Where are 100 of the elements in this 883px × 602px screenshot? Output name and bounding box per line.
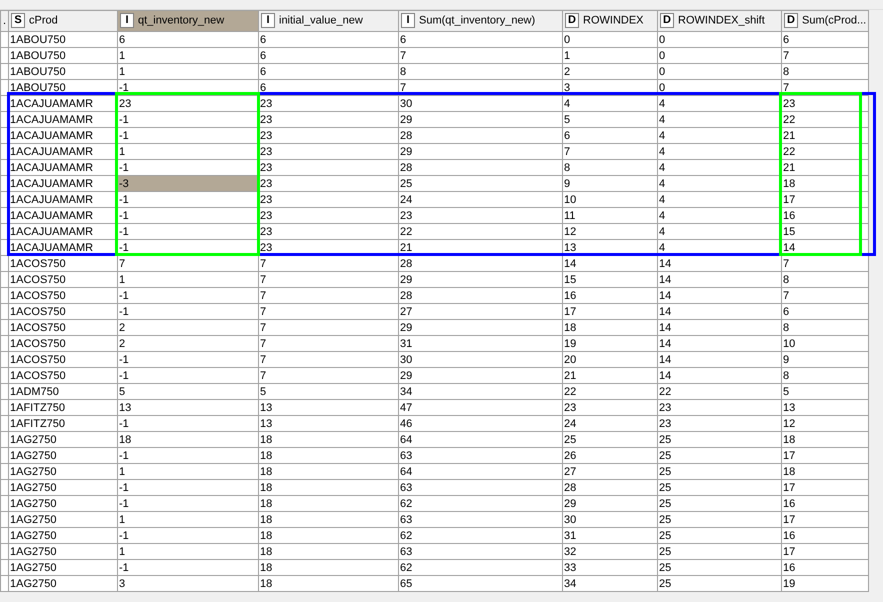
- table-cell: 1ACOS750: [8, 368, 118, 384]
- table-cell: 1ACAJUAMAMR: [8, 128, 118, 144]
- table-cell: 14: [658, 320, 782, 336]
- table-cell: 1: [118, 64, 258, 80]
- table-cell: 18: [258, 464, 398, 480]
- column-header[interactable]: I Sum(qt_inventory_new): [398, 10, 562, 32]
- table-cell: 25: [398, 176, 562, 192]
- table-cell: 25: [658, 432, 782, 448]
- table-cell: 6: [258, 64, 398, 80]
- table-cell: 12: [562, 224, 658, 240]
- table-cell: -1: [118, 208, 258, 224]
- table-cell: 23: [258, 208, 398, 224]
- table-cell: 1AG2750: [8, 528, 118, 544]
- table-cell: -1: [118, 480, 258, 496]
- table-cell: 1ACAJUAMAMR: [8, 144, 118, 160]
- table-cell: 7: [258, 320, 398, 336]
- table-cell: 1ACAJUAMAMR: [8, 160, 118, 176]
- table-cell: 28: [398, 256, 562, 272]
- table-cell: 6: [782, 32, 868, 48]
- table-cell: 30: [562, 512, 658, 528]
- table-cell: -1: [118, 448, 258, 464]
- table-cell: 1ACAJUAMAMR: [8, 224, 118, 240]
- table-cell: 4: [658, 176, 782, 192]
- table-cell: 25: [658, 560, 782, 576]
- column-header[interactable]: D ROWINDEX_shift: [658, 10, 782, 32]
- table-cell: 25: [658, 528, 782, 544]
- table-cell: 1AG2750: [8, 448, 118, 464]
- table-cell: 29: [562, 496, 658, 512]
- table-cell: 1ACAJUAMAMR: [8, 208, 118, 224]
- table-cell: 1ACOS750: [8, 336, 118, 352]
- table-cell: 65: [398, 576, 562, 592]
- table-cell: 1ACOS750: [8, 352, 118, 368]
- table-cell: 1AG2750: [8, 576, 118, 592]
- table-cell: 4: [658, 128, 782, 144]
- table-cell: 8: [398, 64, 562, 80]
- column-header[interactable]: I initial_value_new: [258, 10, 398, 32]
- table-cell: 29: [398, 272, 562, 288]
- table-cell: 19: [782, 576, 868, 592]
- table-cell: 25: [658, 480, 782, 496]
- table-cell: 13: [258, 400, 398, 416]
- table-cell: 62: [398, 560, 562, 576]
- table-cell: 2: [562, 64, 658, 80]
- column-header[interactable]: D Sum(cProd...: [782, 10, 868, 32]
- table-cell: 23: [258, 224, 398, 240]
- column-header[interactable]: I qt_inventory_new: [118, 10, 258, 32]
- table-cell: 6: [258, 48, 398, 64]
- table-cell: 26: [562, 448, 658, 464]
- table-cell: 46: [398, 416, 562, 432]
- table-cell: 1AG2750: [8, 496, 118, 512]
- table-cell: 1AG2750: [8, 544, 118, 560]
- table-cell: -1: [118, 560, 258, 576]
- table-cell: 18: [258, 448, 398, 464]
- table-cell: 6: [118, 32, 258, 48]
- table-cell: 25: [562, 432, 658, 448]
- table-cell: 25: [658, 544, 782, 560]
- table-cell: 28: [398, 160, 562, 176]
- table-cell: -1: [118, 128, 258, 144]
- table-cell: 16: [782, 528, 868, 544]
- table-cell: 27: [398, 304, 562, 320]
- table-cell: 13: [782, 400, 868, 416]
- table-cell: 18: [562, 320, 658, 336]
- table-cell: 6: [258, 32, 398, 48]
- table-cell: 0: [658, 32, 782, 48]
- table-cell: 7: [562, 144, 658, 160]
- table-cell: 5: [562, 112, 658, 128]
- table-cell: 1: [118, 144, 258, 160]
- table-cell: 22: [658, 384, 782, 400]
- table-cell: -3: [118, 176, 258, 192]
- table-cell: 7: [782, 256, 868, 272]
- table-cell: 14: [658, 256, 782, 272]
- table-cell: 1AG2750: [8, 464, 118, 480]
- table-cell: -1: [118, 112, 258, 128]
- table-cell: 7: [258, 256, 398, 272]
- table-cell: 6: [562, 128, 658, 144]
- table-cell: 1ACAJUAMAMR: [8, 96, 118, 112]
- table-cell: -1: [118, 352, 258, 368]
- table-cell: 23: [562, 400, 658, 416]
- table-cell: 8: [782, 64, 868, 80]
- table-cell: 1ACAJUAMAMR: [8, 112, 118, 128]
- table-cell: 31: [398, 336, 562, 352]
- table-cell: 14: [658, 304, 782, 320]
- column-header[interactable]: .: [0, 10, 8, 32]
- table-cell: 23: [258, 160, 398, 176]
- table-cell: -1: [118, 496, 258, 512]
- table-cell: 4: [658, 192, 782, 208]
- table-cell: 17: [782, 512, 868, 528]
- column-header[interactable]: D ROWINDEX: [562, 10, 658, 32]
- table-cell: 22: [562, 384, 658, 400]
- table-cell: 31: [562, 528, 658, 544]
- table-cell: 23: [118, 96, 258, 112]
- table-cell: 1AG2750: [8, 432, 118, 448]
- table-cell: 18: [258, 496, 398, 512]
- table-cell: 13: [258, 416, 398, 432]
- table-cell: 1: [118, 464, 258, 480]
- table-cell: 7: [398, 48, 562, 64]
- table-cell: 1: [118, 512, 258, 528]
- table-cell: 18: [258, 480, 398, 496]
- table-cell: 1ABOU750: [8, 32, 118, 48]
- table-cell: 23: [258, 192, 398, 208]
- column-header[interactable]: S cProd: [8, 10, 118, 32]
